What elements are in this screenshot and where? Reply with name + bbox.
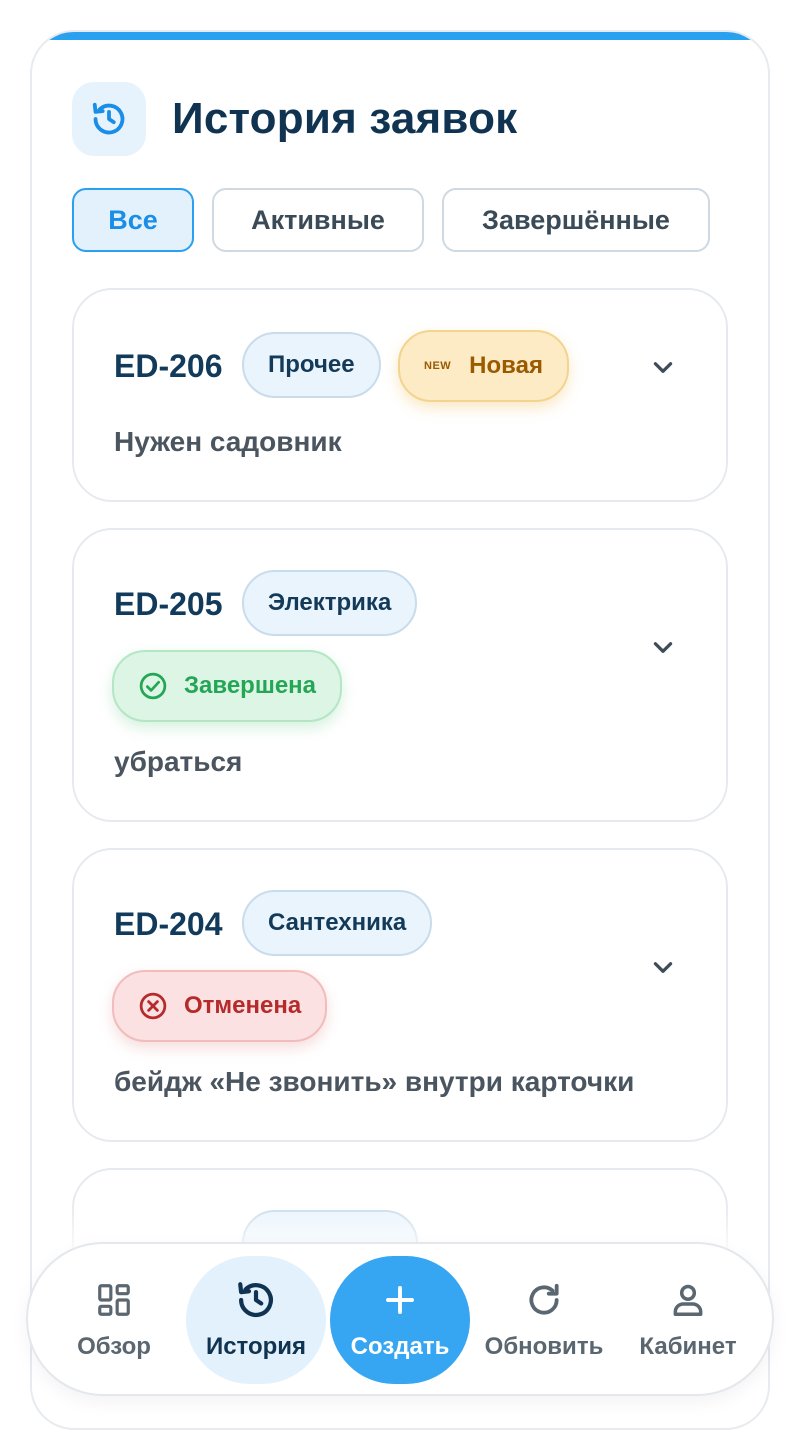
nav-label: Кабинет [639, 1333, 737, 1360]
status-label: Завершена [184, 672, 317, 699]
category-chip: Электрика [242, 570, 418, 636]
status-label: Отменена [184, 992, 302, 1019]
request-card[interactable]: ED-206 Прочее NEW Новая Нужен садовник [72, 288, 728, 502]
x-circle-icon [138, 991, 168, 1021]
nav-label: История [205, 1333, 307, 1360]
nav-label: Обновить [484, 1333, 604, 1360]
request-id: ED-204 [114, 906, 223, 942]
bottom-nav: Обзор История Создать Обновить Кабинет [26, 1242, 774, 1396]
request-card[interactable]: ED-205 Электрика Завершена убраться [72, 528, 728, 822]
request-id: ED-205 [114, 586, 223, 622]
plus-icon [382, 1279, 418, 1321]
nav-label: Обзор [77, 1333, 151, 1360]
chevron-down-icon[interactable] [650, 354, 676, 380]
user-icon [669, 1279, 707, 1321]
check-circle-icon [138, 671, 168, 701]
status-badge: Завершена [112, 650, 343, 722]
request-id: ED-206 [114, 348, 223, 384]
page-title: История заявок [172, 94, 518, 143]
request-description: убраться [114, 746, 243, 777]
filter-tabs: Все Активные Завершённые [72, 188, 710, 252]
nav-create-button[interactable]: Создать [330, 1256, 470, 1384]
category-chip: Сантехника [242, 890, 433, 956]
history-icon [72, 82, 146, 156]
request-card[interactable]: ED-204 Сантехника Отменена бейдж «Не зво… [72, 848, 728, 1142]
page-header: История заявок [72, 82, 517, 156]
status-badge: NEW Новая [398, 330, 569, 402]
category-label: Сантехника [268, 909, 407, 936]
status-label: Новая [469, 352, 543, 379]
nav-refresh[interactable]: Обновить [474, 1256, 614, 1384]
nav-overview[interactable]: Обзор [44, 1256, 184, 1384]
history-icon [235, 1279, 277, 1321]
history-panel: История заявок Все Активные Завершённые … [30, 30, 770, 1430]
request-description: бейдж «Не звонить» внутри карточки [114, 1066, 635, 1097]
panel-accent-bar [32, 32, 768, 40]
status-badge: Отменена [112, 970, 328, 1042]
category-label: Электрика [268, 589, 392, 616]
refresh-icon [525, 1279, 563, 1321]
grid-icon [95, 1279, 133, 1321]
request-description: Нужен садовник [114, 426, 342, 457]
nav-label: Создать [350, 1333, 450, 1360]
chevron-down-icon[interactable] [650, 954, 676, 980]
nav-history[interactable]: История [186, 1256, 326, 1384]
new-tag: NEW [424, 360, 452, 372]
nav-account[interactable]: Кабинет [618, 1256, 758, 1384]
filter-active[interactable]: Активные [212, 188, 424, 252]
chevron-down-icon[interactable] [650, 634, 676, 660]
category-chip: Прочее [242, 332, 381, 398]
filter-all[interactable]: Все [72, 188, 194, 252]
category-label: Прочее [268, 351, 355, 378]
filter-completed[interactable]: Завершённые [442, 188, 710, 252]
